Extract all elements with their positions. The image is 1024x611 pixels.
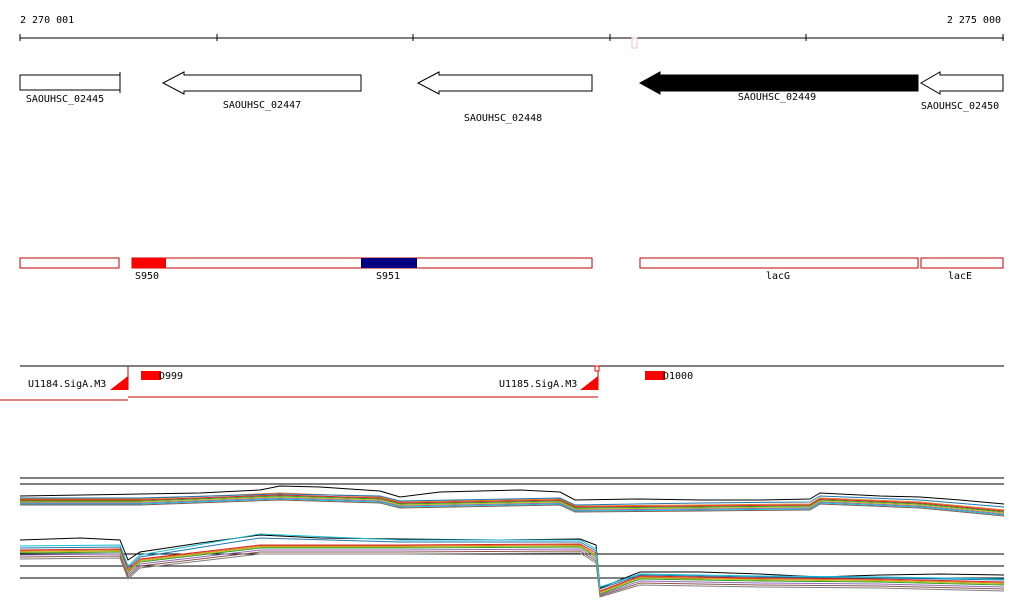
promoter-marker[interactable] <box>110 376 128 390</box>
operon-label: lacG <box>766 271 790 282</box>
site-label: D999 <box>159 371 183 382</box>
annotation-box[interactable] <box>19 257 120 269</box>
genome-browser-viewer: 2 270 001 2 275 000 SAOUHSC_02445 SAOUHS… <box>0 15 1005 598</box>
site-label: D1000 <box>663 371 693 382</box>
gene-label: SAOUHSC_02450 <box>921 101 999 112</box>
operon-label: lacE <box>948 271 972 282</box>
annotation-box[interactable] <box>639 257 919 269</box>
regulatory-track: U1184.SigA.M3 U1185.SigA.M3 D999 D1000 <box>0 365 1004 401</box>
expression-profile-upper <box>19 485 1005 517</box>
site-marker[interactable] <box>141 371 161 380</box>
gene-label: SAOUHSC_02445 <box>26 94 104 105</box>
ruler-start-label: 2 270 001 <box>20 15 74 26</box>
annotation-box[interactable] <box>920 257 1004 269</box>
promoter-label: U1184.SigA.M3 <box>28 379 106 390</box>
gene-feature[interactable]: SAOUHSC_02448 <box>416 71 593 124</box>
gene-feature-selected[interactable]: SAOUHSC_02449 <box>638 71 919 103</box>
annotation-track: S950 S951 lacG lacE <box>19 257 1004 282</box>
feature-s951-block[interactable] <box>361 258 417 268</box>
promoter-label: U1185.SigA.M3 <box>499 379 577 390</box>
feature-s950-block[interactable] <box>132 258 166 268</box>
feature-label: S951 <box>376 271 400 282</box>
gene-label: SAOUHSC_02448 <box>464 113 542 124</box>
promoter-marker-small[interactable] <box>594 365 600 372</box>
site-marker[interactable] <box>645 371 665 380</box>
gene-feature[interactable]: SAOUHSC_02447 <box>161 71 362 111</box>
expression-tracks <box>19 477 1005 598</box>
gene-track: SAOUHSC_02445 SAOUHSC_02447 SAOUHSC_0244… <box>19 71 1004 124</box>
promoter-marker[interactable] <box>580 376 598 390</box>
coordinate-ruler: 2 270 001 2 275 000 <box>19 15 1004 49</box>
gene-feature[interactable]: SAOUHSC_02445 <box>19 72 121 105</box>
gene-label: SAOUHSC_02447 <box>223 100 301 111</box>
gene-feature[interactable]: SAOUHSC_02450 <box>920 71 1004 112</box>
ruler-cursor-marker[interactable] <box>631 37 638 49</box>
ruler-end-label: 2 275 000 <box>947 15 1001 26</box>
feature-label: S950 <box>135 271 159 282</box>
gene-label: SAOUHSC_02449 <box>738 92 816 103</box>
